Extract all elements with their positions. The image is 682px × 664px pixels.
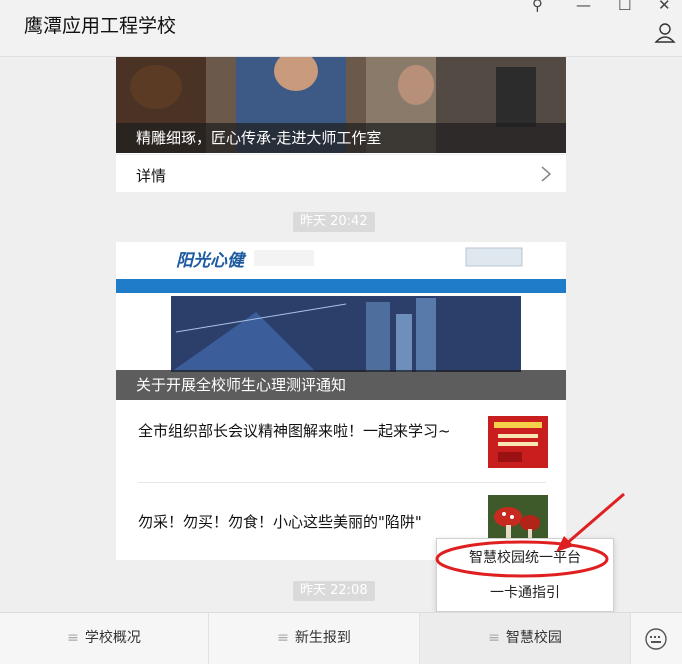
tab-new-student-registration[interactable]: ≡ 新生报到	[209, 613, 420, 664]
menu-item-card-guide[interactable]: 一卡通指引	[437, 576, 613, 610]
close-icon[interactable]: ✕	[658, 0, 671, 14]
tab-label: 学校概况	[84, 630, 141, 646]
article-title: 全市组织部长会议精神图解来啦！一起来学习~	[138, 422, 451, 440]
tab-smart-campus[interactable]: ≡ 智慧校园	[420, 613, 631, 664]
chevron-right-icon	[541, 166, 552, 182]
annotation-arrow-line	[565, 492, 625, 546]
article-group-card[interactable]: 阳光心健 关于开展全校师生心理测评通知 全市组织部长会议精神图解来啦！一起来学习…	[116, 242, 566, 560]
article-title: 勿采！勿买！勿食！小心这些美丽的"陷阱"	[138, 513, 422, 531]
pin-icon[interactable]: ⚲	[532, 0, 543, 14]
timestamp: 昨天 20:42	[293, 212, 375, 232]
smart-campus-menu: 智慧校园统一平台 一卡通指引	[436, 538, 614, 612]
article-card-master-studio[interactable]: 精雕细琢，匠心传承-走进大师工作室 详情	[116, 57, 566, 192]
banner-logo: 阳光心健	[176, 251, 244, 271]
article-thumbnail	[488, 416, 548, 468]
user-profile-icon[interactable]	[654, 22, 676, 44]
tab-label: 新生报到	[294, 630, 351, 646]
tab-school-overview[interactable]: ≡ 学校概况	[0, 613, 209, 664]
article-cover-image: 阳光心健 关于开展全校师生心理测评通知	[116, 242, 566, 400]
window-title: 鹰潭应用工程学校	[24, 15, 177, 37]
minimize-icon[interactable]: —	[576, 0, 591, 14]
keyboard-switch-icon[interactable]	[644, 627, 668, 651]
timestamp: 昨天 22:08	[293, 581, 375, 601]
maximize-icon[interactable]: ☐	[618, 0, 631, 14]
detail-row[interactable]: 详情	[116, 154, 566, 193]
article-cover-image: 精雕细琢，匠心传承-走进大师工作室	[116, 57, 566, 153]
detail-label: 详情	[136, 167, 167, 185]
article-caption: 精雕细琢，匠心传承-走进大师工作室	[116, 123, 566, 153]
tab-label: 智慧校园	[505, 630, 562, 646]
bottom-menu-bar: ≡ 学校概况 ≡ 新生报到 ≡ 智慧校园	[0, 612, 682, 664]
article-caption: 关于开展全校师生心理测评通知	[116, 370, 566, 400]
article-item[interactable]: 全市组织部长会议精神图解来啦！一起来学习~	[116, 402, 566, 480]
menu-item-unified-platform[interactable]: 智慧校园统一平台	[437, 541, 613, 575]
menu-icon: ≡	[488, 630, 500, 646]
menu-icon: ≡	[277, 630, 289, 646]
window-titlebar: 鹰潭应用工程学校 ⚲ — ☐ ✕	[0, 0, 682, 57]
menu-icon: ≡	[67, 630, 79, 646]
